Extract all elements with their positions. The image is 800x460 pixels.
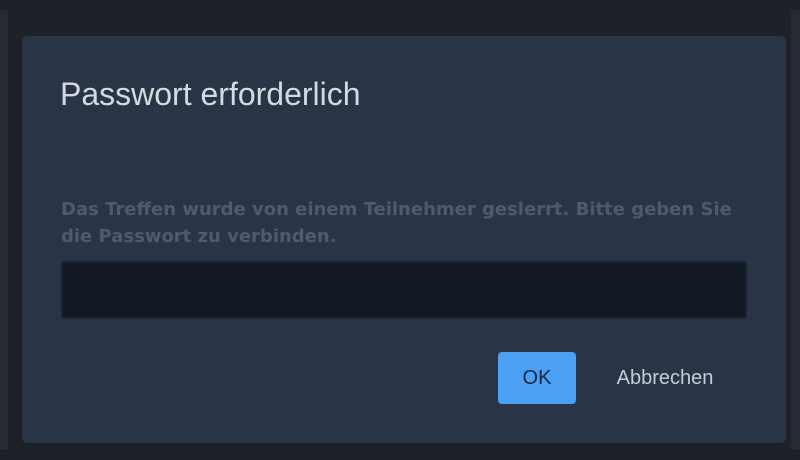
dialog-title: Passwort erforderlich: [60, 76, 361, 112]
ok-button[interactable]: OK: [498, 352, 576, 404]
background-window-edge-right: [791, 10, 800, 450]
background-window-edge-left: [0, 10, 8, 450]
password-dialog: Passwort erforderlich Das Treffen wurde …: [22, 36, 786, 443]
password-input[interactable]: [61, 261, 747, 319]
dialog-message: Das Treffen wurde von einem Teilnehmer g…: [61, 199, 732, 247]
cancel-button[interactable]: Abbrechen: [600, 352, 730, 404]
